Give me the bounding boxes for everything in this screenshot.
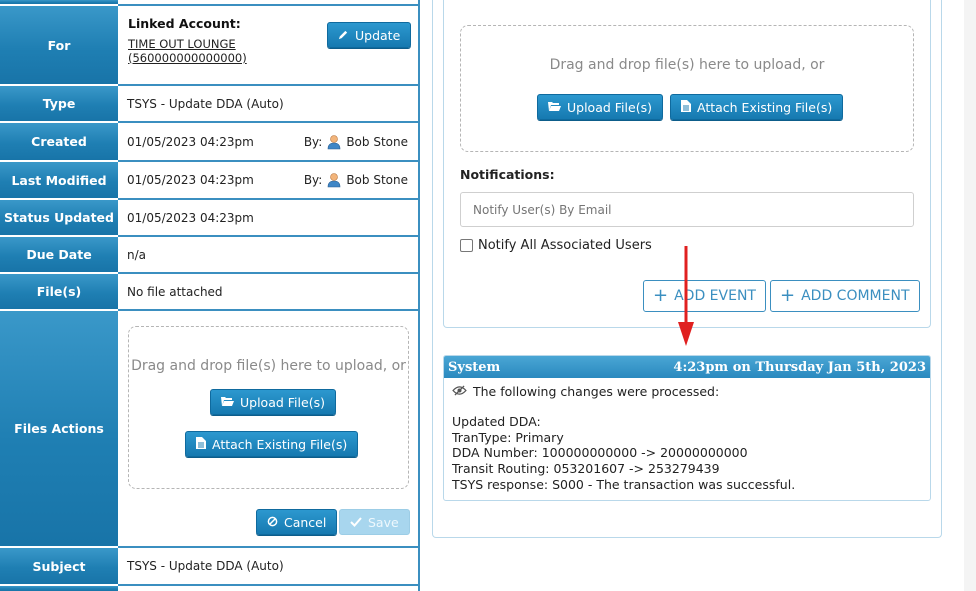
type-row: Type TSYS - Update DDA (Auto) — [0, 86, 420, 123]
user-icon — [326, 134, 342, 150]
table-row — [0, 586, 420, 591]
last-status-header: Last Status Updated — [0, 200, 118, 237]
subject-header: Subject — [0, 548, 118, 586]
notify-all-checkbox-label[interactable]: Notify All Associated Users — [460, 238, 652, 253]
last-status-row: Last Status Updated 01/05/2023 04:23pm — [0, 200, 420, 237]
save-button[interactable]: Save — [339, 509, 410, 535]
event-line: TranType: Primary — [452, 429, 564, 445]
event-line: TSYS response: S000 - The transaction wa… — [452, 476, 796, 492]
by-label: By: — [303, 173, 323, 187]
attach-existing-files-button[interactable]: Attach Existing File(s) — [670, 94, 844, 120]
eye-slash-icon[interactable] — [452, 384, 467, 400]
upload-files-button[interactable]: Upload File(s) — [210, 389, 336, 415]
system-event-card: System 4:23pm on Thursday Jan 5th, 2023 … — [443, 355, 931, 501]
created-value: 01/05/2023 04:23pm — [127, 134, 254, 149]
event-body: The following changes were processed: Up… — [444, 378, 930, 499]
notify-all-checkbox[interactable] — [460, 239, 473, 252]
upload-files-button[interactable]: Upload File(s) — [537, 94, 663, 120]
last-status-value: 01/05/2023 04:23pm — [118, 200, 420, 237]
left-file-dropzone[interactable]: Drag and drop file(s) here to upload, or… — [128, 326, 409, 489]
files-actions-header: Files Actions — [0, 311, 118, 548]
due-date-row: Due Date n/a — [0, 237, 420, 274]
event-header: System 4:23pm on Thursday Jan 5th, 2023 — [444, 356, 930, 378]
event-intro: The following changes were processed: — [473, 384, 720, 399]
files-actions-row: Files Actions Drag and drop file(s) here… — [0, 311, 420, 548]
last-modified-header: Last Modified — [0, 162, 118, 200]
check-icon — [350, 515, 362, 530]
files-value: No file attached — [118, 274, 420, 311]
last-modified-value: 01/05/2023 04:23pm — [127, 173, 254, 187]
folder-open-icon — [548, 100, 561, 115]
user-icon — [326, 172, 342, 188]
ban-icon — [267, 515, 278, 530]
folder-open-icon — [221, 395, 234, 410]
ticket-details-table: For Linked Account: TIME OUT LOUNGE (560… — [0, 0, 420, 591]
subject-value: TSYS - Update DDA (Auto) — [118, 548, 420, 586]
dropzone-text: Drag and drop file(s) here to upload, or — [549, 57, 825, 73]
files-row: File(s) No file attached — [0, 274, 420, 311]
add-event-button[interactable]: + ADD EVENT — [643, 280, 766, 312]
due-date-value: n/a — [118, 237, 420, 274]
update-button[interactable]: Update — [327, 22, 412, 48]
due-date-header: Due Date — [0, 237, 118, 274]
right-file-dropzone[interactable]: Drag and drop file(s) here to upload, or… — [460, 25, 914, 152]
type-value: TSYS - Update DDA (Auto) — [118, 86, 420, 123]
notifications-label: Notifications: — [460, 167, 555, 182]
file-icon — [681, 99, 691, 115]
type-header: Type — [0, 86, 118, 123]
notify-users-input[interactable] — [460, 192, 914, 227]
page-scrollbar[interactable] — [964, 0, 976, 591]
annotation-arrow-icon — [678, 246, 694, 346]
for-row: For Linked Account: TIME OUT LOUNGE (560… — [0, 6, 420, 86]
pencil-icon — [338, 28, 349, 43]
plus-icon: + — [653, 285, 669, 306]
last-modified-row: Last Modified 01/05/2023 04:23pm By: Bob… — [0, 162, 420, 200]
event-source: System — [448, 359, 501, 375]
event-timestamp: 4:23pm on Thursday Jan 5th, 2023 — [673, 359, 926, 375]
by-label: By: — [303, 134, 323, 149]
files-header: File(s) — [0, 274, 118, 311]
cancel-button[interactable]: Cancel — [256, 509, 338, 535]
for-header: For — [0, 6, 118, 86]
plus-icon: + — [780, 285, 796, 306]
file-icon — [196, 436, 206, 452]
event-line: Transit Routing: 053201607 -> 253279439 — [452, 461, 720, 477]
event-line: DDA Number: 100000000000 -> 20000000000 — [452, 445, 748, 461]
created-header: Created — [0, 123, 118, 162]
attach-existing-files-button[interactable]: Attach Existing File(s) — [185, 431, 359, 457]
dropzone-text: Drag and drop file(s) here to upload, or — [131, 358, 406, 374]
last-modified-by-user[interactable]: Bob Stone — [346, 173, 408, 187]
add-comment-button[interactable]: + ADD COMMENT — [770, 280, 920, 312]
created-row: Created 01/05/2023 04:23pm By: Bob Stone — [0, 123, 420, 162]
created-by-user[interactable]: Bob Stone — [346, 135, 408, 149]
event-line: Updated DDA: — [452, 413, 541, 429]
subject-row: Subject TSYS - Update DDA (Auto) — [0, 548, 420, 586]
